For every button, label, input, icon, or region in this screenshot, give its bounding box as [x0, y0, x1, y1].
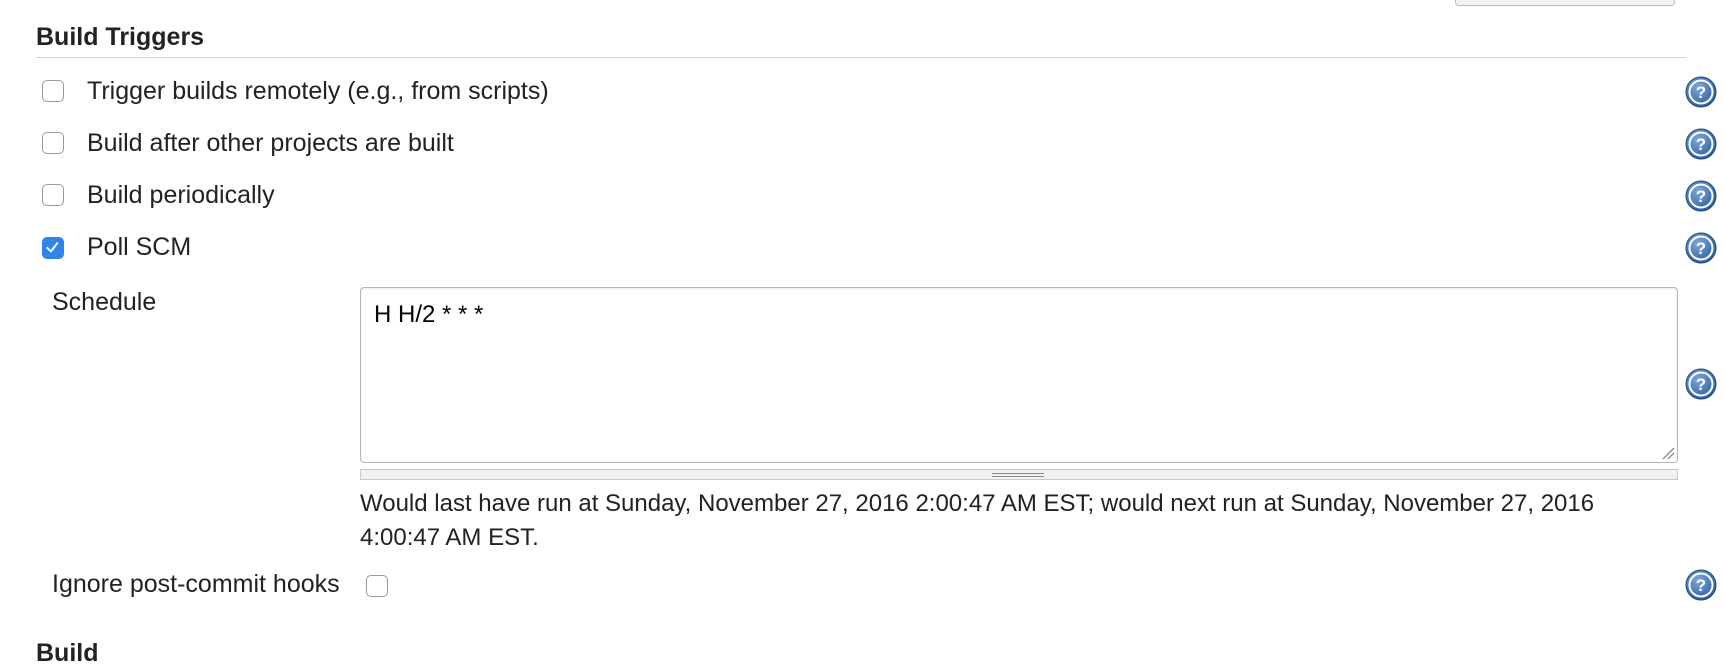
build-periodically-label: Build periodically [87, 181, 275, 209]
build-after-other-projects-checkbox[interactable] [42, 132, 64, 154]
trigger-remotely-label: Trigger builds remotely (e.g., from scri… [87, 77, 549, 105]
ignore-post-commit-hooks-label: Ignore post-commit hooks [52, 570, 340, 598]
trigger-remotely-checkbox[interactable] [42, 80, 64, 102]
svg-text:?: ? [1696, 576, 1706, 595]
svg-text:?: ? [1696, 239, 1706, 258]
build-periodically-checkbox[interactable] [42, 184, 64, 206]
checkmark-icon [46, 242, 59, 253]
help-icon[interactable]: ? [1685, 180, 1717, 212]
help-icon[interactable]: ? [1685, 569, 1717, 601]
ignore-post-commit-hooks-checkbox[interactable] [366, 575, 388, 597]
build-triggers-heading: Build Triggers [36, 23, 205, 51]
schedule-validation-message: Would last have run at Sunday, November … [360, 490, 1595, 551]
svg-text:?: ? [1696, 375, 1706, 394]
partial-top-button[interactable] [1455, 0, 1675, 6]
build-after-other-projects-label: Build after other projects are built [87, 129, 454, 157]
resize-grip-icon[interactable] [1661, 446, 1675, 460]
schedule-label: Schedule [52, 288, 157, 316]
help-icon[interactable]: ? [1685, 76, 1717, 108]
svg-text:?: ? [1696, 83, 1706, 102]
svg-text:?: ? [1696, 135, 1706, 154]
section-divider [36, 57, 1686, 58]
help-icon[interactable]: ? [1685, 232, 1717, 264]
schedule-textarea[interactable]: H H/2 * * * [360, 287, 1678, 463]
poll-scm-label: Poll SCM [87, 233, 192, 261]
expand-grip-icon [992, 473, 1044, 477]
help-icon[interactable]: ? [1685, 128, 1717, 160]
help-icon[interactable]: ? [1685, 368, 1717, 400]
svg-text:?: ? [1696, 187, 1706, 206]
build-heading: Build [36, 639, 99, 667]
poll-scm-checkbox[interactable] [42, 237, 64, 259]
